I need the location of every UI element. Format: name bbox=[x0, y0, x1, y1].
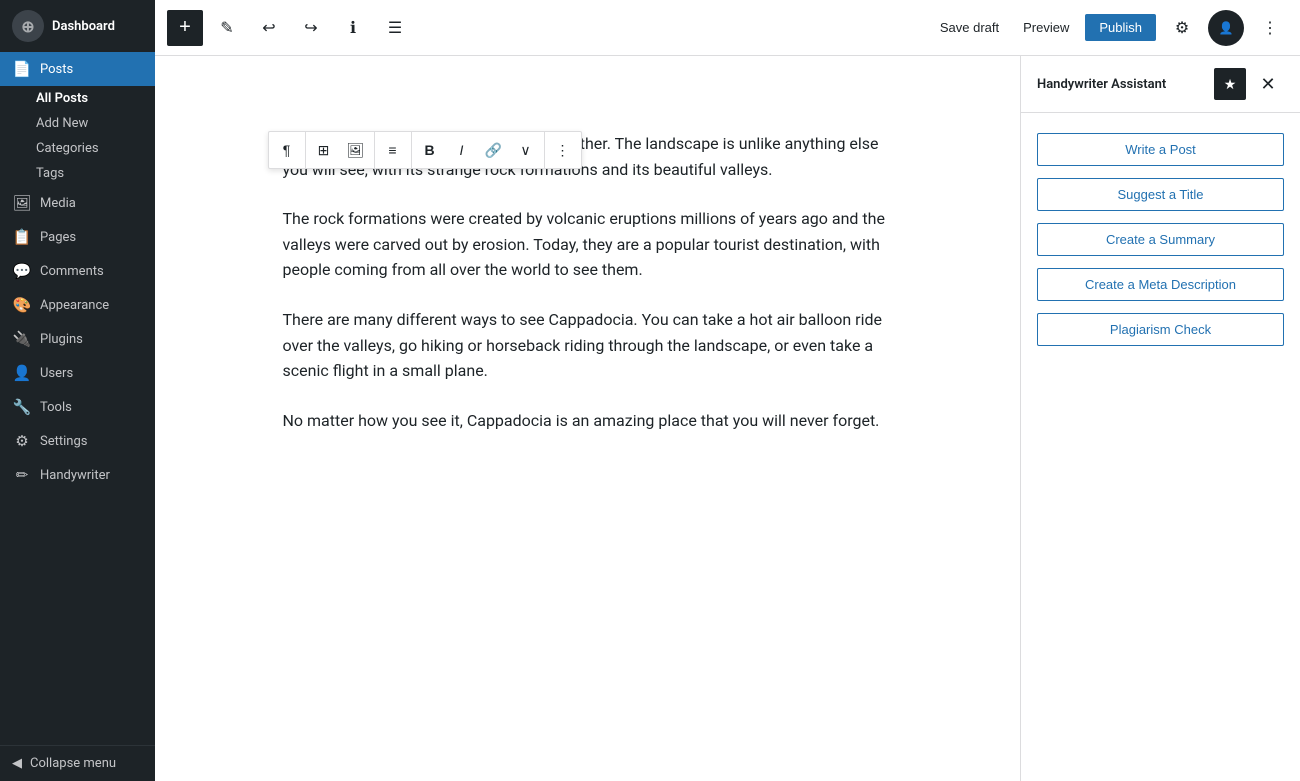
sidebar: ⊕ Dashboard 📄 Posts All Posts Add New Ca… bbox=[0, 0, 155, 781]
sidebar-item-media[interactable]: 🖼 Media bbox=[0, 186, 155, 220]
appearance-icon: 🎨 bbox=[12, 296, 32, 314]
plugins-icon: 🔌 bbox=[12, 330, 32, 348]
collapse-menu-button[interactable]: ◀ Collapse menu bbox=[0, 745, 155, 781]
sidebar-item-posts-label: Posts bbox=[40, 62, 73, 77]
editor-inner: ¶ ⊞ 🖼 ≡ B I 🔗 ∨ bbox=[263, 131, 913, 433]
sidebar-dashboard[interactable]: ⊕ Dashboard bbox=[0, 0, 155, 52]
collapse-icon: ◀ bbox=[12, 756, 22, 771]
sidebar-item-tools[interactable]: 🔧 Tools bbox=[0, 390, 155, 424]
link-button[interactable]: 🔗 bbox=[478, 134, 510, 166]
suggest-title-button[interactable]: Suggest a Title bbox=[1037, 178, 1284, 211]
pages-icon: 📋 bbox=[12, 228, 32, 246]
posts-submenu: All Posts Add New Categories Tags bbox=[0, 86, 155, 186]
preview-button[interactable]: Preview bbox=[1015, 14, 1077, 41]
collapse-label: Collapse menu bbox=[30, 756, 116, 771]
dashboard-label: Dashboard bbox=[52, 19, 115, 34]
editor-paragraph-2: The rock formations were created by volc… bbox=[283, 206, 893, 283]
paragraph-style-button[interactable]: ¶ bbox=[271, 134, 303, 166]
sidebar-item-settings[interactable]: ⚙ Settings bbox=[0, 424, 155, 458]
user-avatar-button[interactable]: 👤 bbox=[1208, 10, 1244, 46]
sidebar-item-tools-label: Tools bbox=[40, 400, 72, 415]
panel-close-button[interactable]: ✕ bbox=[1252, 68, 1284, 100]
panel-header: Handywriter Assistant ★ ✕ bbox=[1021, 56, 1300, 113]
create-meta-description-button[interactable]: Create a Meta Description bbox=[1037, 268, 1284, 301]
format-toolbar: ¶ ⊞ 🖼 ≡ B I 🔗 ∨ bbox=[268, 131, 582, 169]
top-toolbar: + ✎ ↩ ↪ ℹ ☰ Save draft Preview Publish ⚙… bbox=[155, 0, 1300, 56]
save-draft-button[interactable]: Save draft bbox=[932, 14, 1007, 41]
sidebar-item-plugins-label: Plugins bbox=[40, 332, 83, 347]
editor-paragraph-4: No matter how you see it, Cappadocia is … bbox=[283, 408, 893, 434]
media-icon: 🖼 bbox=[12, 194, 32, 212]
right-panel: Handywriter Assistant ★ ✕ Write a Post S… bbox=[1020, 56, 1300, 781]
image-button[interactable]: 🖼 bbox=[340, 134, 372, 166]
bold-button[interactable]: B bbox=[414, 134, 446, 166]
format-group-media: ⊞ 🖼 bbox=[306, 132, 375, 168]
options-button[interactable]: ⋮ bbox=[547, 134, 579, 166]
redo-button[interactable]: ↪ bbox=[293, 10, 329, 46]
create-summary-button[interactable]: Create a Summary bbox=[1037, 223, 1284, 256]
sidebar-item-comments[interactable]: 💬 Comments bbox=[0, 254, 155, 288]
settings-icon: ⚙ bbox=[12, 432, 32, 450]
sidebar-item-users-label: Users bbox=[40, 366, 73, 381]
editor-paragraph-3: There are many different ways to see Cap… bbox=[283, 307, 893, 384]
toolbar-right: Save draft Preview Publish ⚙ 👤 ⋮ bbox=[932, 10, 1288, 46]
sidebar-sub-all-posts[interactable]: All Posts bbox=[36, 86, 155, 111]
sidebar-sub-tags[interactable]: Tags bbox=[36, 161, 155, 186]
sidebar-item-posts[interactable]: 📄 Posts bbox=[0, 52, 155, 86]
panel-title: Handywriter Assistant bbox=[1037, 77, 1166, 92]
sidebar-nav: 📄 Posts All Posts Add New Categories Tag… bbox=[0, 52, 155, 745]
main-area: + ✎ ↩ ↪ ℹ ☰ Save draft Preview Publish ⚙… bbox=[155, 0, 1300, 781]
sidebar-item-pages[interactable]: 📋 Pages bbox=[0, 220, 155, 254]
table-button[interactable]: ⊞ bbox=[308, 134, 340, 166]
format-group-more: ⋮ bbox=[545, 132, 581, 168]
wordpress-icon: ⊕ bbox=[12, 10, 44, 42]
format-group-align: ≡ bbox=[375, 132, 412, 168]
publish-button[interactable]: Publish bbox=[1085, 14, 1156, 41]
add-block-button[interactable]: + bbox=[167, 10, 203, 46]
comments-icon: 💬 bbox=[12, 262, 32, 280]
edit-mode-button[interactable]: ✎ bbox=[209, 10, 245, 46]
more-options-button[interactable]: ⋮ bbox=[1252, 10, 1288, 46]
sidebar-item-users[interactable]: 👤 Users bbox=[0, 356, 155, 390]
panel-header-icons: ★ ✕ bbox=[1214, 68, 1284, 100]
editor-content[interactable]: ¶ ⊞ 🖼 ≡ B I 🔗 ∨ bbox=[155, 56, 1020, 781]
more-rich-button[interactable]: ∨ bbox=[510, 134, 542, 166]
sidebar-item-settings-label: Settings bbox=[40, 434, 87, 449]
sidebar-item-media-label: Media bbox=[40, 196, 76, 211]
tools-icon: 🔧 bbox=[12, 398, 32, 416]
panel-star-button[interactable]: ★ bbox=[1214, 68, 1246, 100]
sidebar-item-appearance-label: Appearance bbox=[40, 298, 109, 313]
align-button[interactable]: ≡ bbox=[377, 134, 409, 166]
undo-button[interactable]: ↩ bbox=[251, 10, 287, 46]
handywriter-icon: ✏ bbox=[12, 466, 32, 484]
sidebar-item-pages-label: Pages bbox=[40, 230, 76, 245]
italic-button[interactable]: I bbox=[446, 134, 478, 166]
list-view-button[interactable]: ☰ bbox=[377, 10, 413, 46]
settings-gear-button[interactable]: ⚙ bbox=[1164, 10, 1200, 46]
sidebar-sub-categories[interactable]: Categories bbox=[36, 136, 155, 161]
info-button[interactable]: ℹ bbox=[335, 10, 371, 46]
plagiarism-check-button[interactable]: Plagiarism Check bbox=[1037, 313, 1284, 346]
sidebar-item-handywriter[interactable]: ✏ Handywriter bbox=[0, 458, 155, 492]
posts-icon: 📄 bbox=[12, 60, 32, 78]
toolbar-left: + ✎ ↩ ↪ ℹ ☰ bbox=[167, 10, 413, 46]
sidebar-item-appearance[interactable]: 🎨 Appearance bbox=[0, 288, 155, 322]
sidebar-sub-add-new[interactable]: Add New bbox=[36, 111, 155, 136]
sidebar-item-comments-label: Comments bbox=[40, 264, 104, 279]
editor-text[interactable]: amazing and unique place that is like no… bbox=[283, 131, 893, 433]
panel-body: Write a Post Suggest a Title Create a Su… bbox=[1021, 113, 1300, 366]
write-post-button[interactable]: Write a Post bbox=[1037, 133, 1284, 166]
sidebar-item-plugins[interactable]: 🔌 Plugins bbox=[0, 322, 155, 356]
sidebar-item-handywriter-label: Handywriter bbox=[40, 468, 110, 483]
format-group-text: B I 🔗 ∨ bbox=[412, 132, 545, 168]
users-icon: 👤 bbox=[12, 364, 32, 382]
format-group-paragraph: ¶ bbox=[269, 132, 306, 168]
editor-area: ¶ ⊞ 🖼 ≡ B I 🔗 ∨ bbox=[155, 56, 1300, 781]
